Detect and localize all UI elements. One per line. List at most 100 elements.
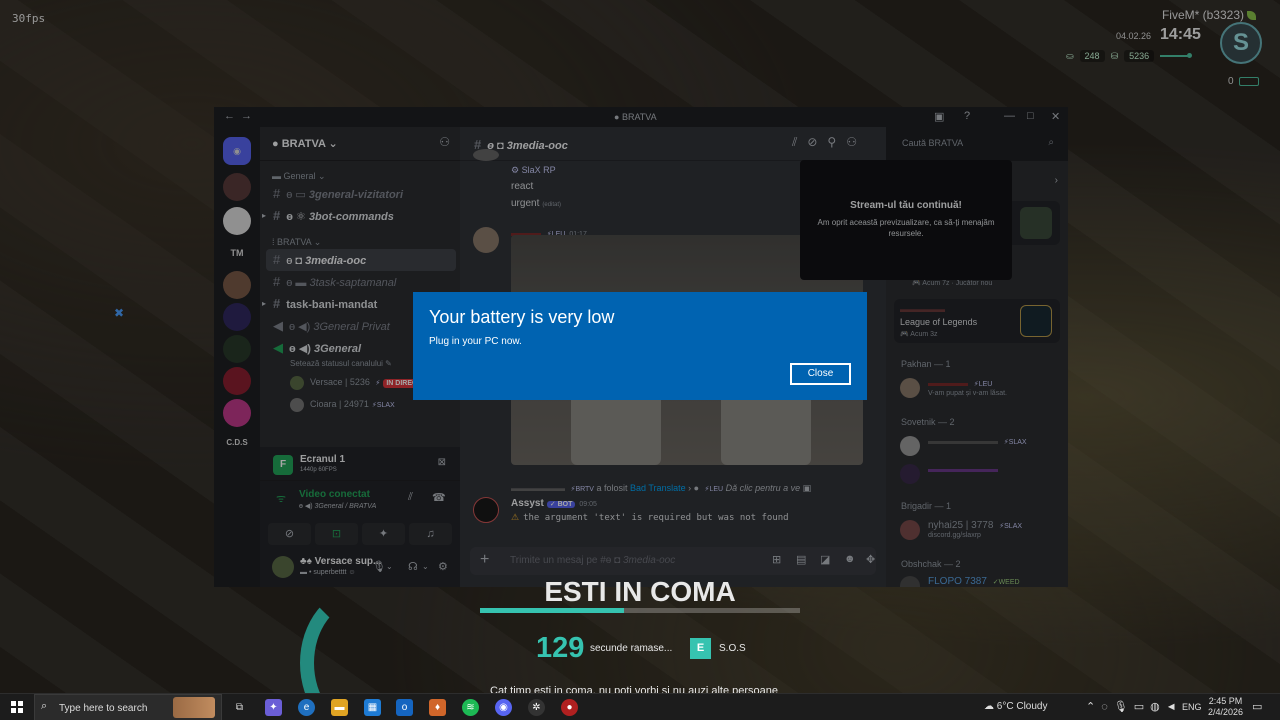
- member-sovetnik-2[interactable]: ▬▬▬▬▬▬▬: [900, 461, 1060, 487]
- discord-icon[interactable]: ◉: [495, 699, 512, 716]
- screen-share-button[interactable]: ⊡: [315, 523, 358, 545]
- system-tray[interactable]: ⌃◌🎙▭◍◄: [1086, 700, 1183, 713]
- network-icon[interactable]: ◍: [1150, 701, 1166, 713]
- search-input[interactable]: Caută BRATVA ⌕: [896, 135, 1060, 153]
- tray-icon[interactable]: ◌: [1101, 701, 1114, 713]
- disconnect-icon[interactable]: ☎: [432, 491, 446, 504]
- stream-row[interactable]: F Ecranul 1 1440p 60FPS ⊠: [260, 447, 460, 481]
- member-pakhan[interactable]: ▬▬▬▬ ⚡LEU V-am pupat și v-am lăsat.: [900, 375, 1060, 401]
- channel-task-saptamanal[interactable]: # ɵ ▬ 3task-saptamanal: [260, 271, 460, 293]
- avatar[interactable]: [272, 556, 294, 578]
- header-icons: ⫽⊘⚲⚇: [792, 135, 867, 150]
- server-icon-tm[interactable]: TM: [223, 239, 251, 267]
- copilot-icon[interactable]: ✦: [265, 699, 282, 716]
- fivem-icon[interactable]: ✲: [528, 699, 545, 716]
- hud-date: 04.02.26: [1116, 31, 1152, 41]
- maximize-button[interactable]: □: [1027, 110, 1034, 122]
- signal-icon[interactable]: ᯤ: [276, 491, 286, 506]
- add-member-icon[interactable]: ⚇: [439, 135, 450, 149]
- server-icon-cds[interactable]: C.D.S: [223, 429, 251, 457]
- gear-icon[interactable]: ⚙: [438, 560, 448, 573]
- avatar: [900, 436, 920, 456]
- pin-icon[interactable]: ⚲: [827, 135, 846, 149]
- mic-icon[interactable]: 🎙: [372, 560, 386, 573]
- user-name[interactable]: ♣♠ Versace sup...: [300, 556, 381, 567]
- close-window-button[interactable]: ✕: [1051, 110, 1060, 123]
- inbox-icon[interactable]: ▣: [934, 110, 944, 123]
- emoji-icon[interactable]: ☻: [844, 553, 856, 565]
- sos-label: S.O.S: [719, 643, 746, 654]
- server-icon-2[interactable]: [223, 207, 251, 235]
- taskbar-search[interactable]: ⌕ Type here to search: [34, 694, 222, 720]
- command-reply[interactable]: ▬▬▬▬▬▬ ⚡BRTV a folosit Bad Translate › ●…: [511, 483, 811, 494]
- server-icon-3[interactable]: [223, 271, 251, 299]
- member-brigadir[interactable]: nyhai25 | 3778 ⚡SLAX discord.gg/slaxrp: [900, 517, 1060, 543]
- help-icon[interactable]: ?: [964, 110, 970, 122]
- headphones-icon[interactable]: ☊: [408, 560, 418, 573]
- message-text: urgent (editat): [511, 198, 562, 209]
- activities-button[interactable]: ✦: [362, 523, 405, 545]
- category-bratva[interactable]: ⁞ BRATVA ⌄: [260, 235, 460, 249]
- server-icon-1[interactable]: [223, 173, 251, 201]
- gift-icon[interactable]: ⊞: [772, 553, 781, 566]
- window-title: ● BRATVA: [614, 112, 657, 122]
- channel-bot-commands[interactable]: ▸ # ɵ ⚛ 3bot-commands: [260, 205, 460, 227]
- task-view-icon[interactable]: ⧉: [231, 699, 248, 716]
- leaf-icon: [1247, 11, 1256, 21]
- nav-arrows[interactable]: ←→: [224, 110, 258, 122]
- file-explorer-icon[interactable]: ▬: [331, 699, 348, 716]
- spotify-icon[interactable]: ≋: [462, 699, 479, 716]
- battery-icon[interactable]: ▭: [1134, 701, 1150, 713]
- channel-media-ooc[interactable]: # ɵ ◘ 3media-ooc: [266, 249, 456, 271]
- stream-paused-panel: Stream-ul tău continuă! Am oprit această…: [800, 160, 1012, 280]
- sticker-icon[interactable]: ◪: [820, 553, 830, 566]
- members-icon[interactable]: ⚇: [846, 135, 867, 149]
- gif-icon[interactable]: ▤: [796, 553, 806, 566]
- stop-stream-icon[interactable]: ⊠: [438, 457, 446, 468]
- server-icon-6[interactable]: [223, 367, 251, 395]
- mute-icon[interactable]: ⊘: [807, 135, 827, 149]
- volume-icon[interactable]: ◄: [1166, 701, 1183, 713]
- server-icon-4[interactable]: [223, 303, 251, 331]
- language-indicator[interactable]: ENG: [1182, 702, 1202, 712]
- chevron-down-icon[interactable]: ⌄: [386, 562, 393, 571]
- noise-suppression-icon[interactable]: ⫽: [408, 491, 413, 504]
- chevron-right-icon[interactable]: ›: [1055, 175, 1058, 186]
- minimize-button[interactable]: —: [1004, 110, 1015, 122]
- app-icon-red[interactable]: ●: [561, 699, 578, 716]
- server-icon-7[interactable]: [223, 399, 251, 427]
- bot-avatar[interactable]: [473, 497, 499, 523]
- plus-icon[interactable]: +: [480, 551, 489, 569]
- category-general[interactable]: ▬ General ⌄: [260, 169, 460, 183]
- channel-general-vizitatori[interactable]: # ɵ ▭ 3general-vizitatori: [260, 183, 460, 205]
- server-header[interactable]: ● BRATVA ⌄ ⚇: [260, 127, 460, 161]
- message-composer[interactable]: + Trimite un mesaj pe #ɵ ◘ 3media-ooc ⊞ …: [470, 547, 876, 575]
- member-name: FLOPO 7387 ✓WEED: [928, 576, 1020, 587]
- outlook-icon[interactable]: o: [396, 699, 413, 716]
- server-icon-5[interactable]: [223, 335, 251, 363]
- member-sovetnik-1[interactable]: ▬▬▬▬▬▬▬ ⚡SLAX: [900, 433, 1060, 459]
- store-icon[interactable]: ▦: [364, 699, 381, 716]
- threads-icon[interactable]: ⫽: [792, 135, 807, 149]
- member-obshchak[interactable]: FLOPO 7387 ✓WEED: [900, 573, 1060, 587]
- chevron-down-icon[interactable]: ⌄: [422, 562, 429, 571]
- notification-icon[interactable]: ▭: [1252, 700, 1262, 713]
- clock[interactable]: 2:45 PM 2/4/2026: [1208, 696, 1243, 718]
- message-input[interactable]: Trimite un mesaj pe #ɵ ◘ 3media-ooc: [510, 555, 675, 566]
- coma-progress-fill: [480, 608, 624, 613]
- soundboard-button[interactable]: ♫: [409, 523, 452, 545]
- close-button[interactable]: Close: [790, 363, 851, 385]
- bot-badge: ✓ BOT: [546, 501, 576, 508]
- weather-widget[interactable]: ☁ 6°C Cloudy: [984, 701, 1047, 712]
- app-icon[interactable]: ♦: [429, 699, 446, 716]
- edge-icon[interactable]: e: [298, 699, 315, 716]
- chevron-up-icon[interactable]: ⌃: [1086, 701, 1101, 713]
- apps-icon[interactable]: ✥: [866, 553, 875, 566]
- camera-off-button[interactable]: ⊘: [268, 523, 311, 545]
- mic-icon[interactable]: 🎙: [1114, 701, 1134, 713]
- discord-home-icon[interactable]: ◉: [223, 137, 251, 165]
- bot-author[interactable]: Assyst ✓ BOT 09:05: [511, 498, 597, 509]
- avatar[interactable]: [473, 227, 499, 253]
- windows-start-icon[interactable]: [11, 701, 23, 713]
- activity-card-lol[interactable]: ▬▬▬▬▬ League of Legends 🎮 Acum 3z: [894, 299, 1060, 343]
